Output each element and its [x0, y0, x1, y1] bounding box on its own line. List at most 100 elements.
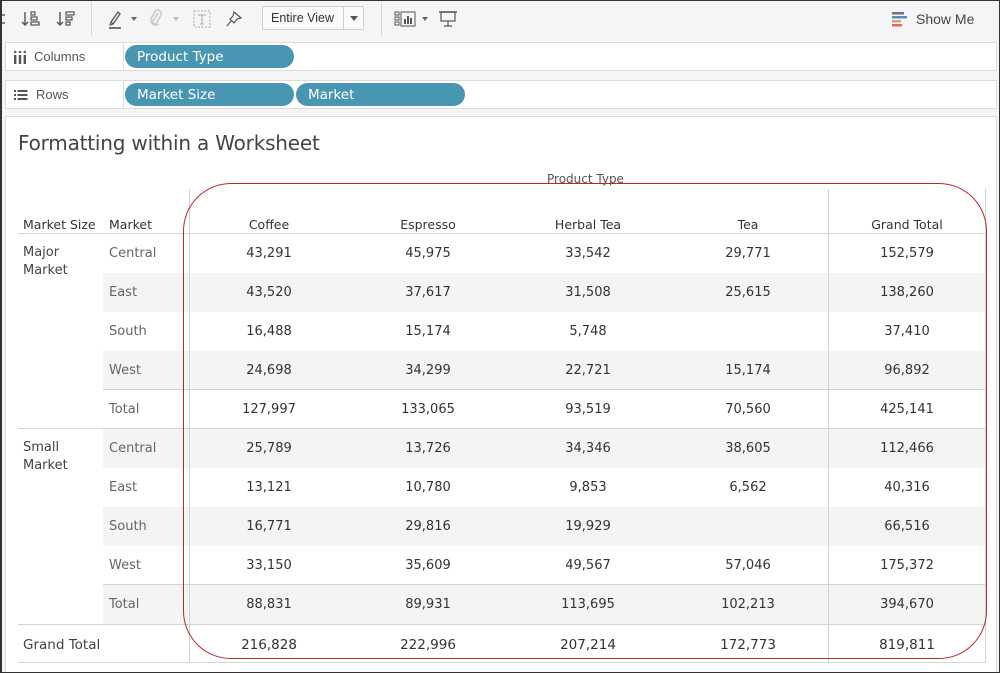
table-cell[interactable]: 66,516	[837, 507, 977, 546]
table-cell[interactable]: 29,771	[678, 234, 818, 273]
card-layout-dropdown-icon[interactable]	[421, 8, 429, 30]
table-cell[interactable]: 10,780	[358, 468, 498, 507]
market-label[interactable]: South	[109, 507, 147, 546]
table-cell[interactable]: 13,726	[358, 429, 498, 468]
column-header[interactable]: Grand Total	[837, 217, 977, 232]
table-cell[interactable]: 175,372	[837, 546, 977, 585]
market-label[interactable]: East	[109, 273, 137, 312]
table-cell[interactable]: 49,567	[518, 546, 658, 585]
highlight-dropdown-icon[interactable]	[130, 8, 138, 30]
header-market[interactable]: Market	[109, 217, 152, 232]
table-cell[interactable]: 113,695	[518, 585, 658, 624]
market-label[interactable]: Central	[109, 429, 156, 468]
bottom-line	[18, 662, 985, 663]
pin-icon[interactable]	[225, 8, 243, 30]
sort-ascending-icon[interactable]	[20, 8, 42, 30]
market-size-label[interactable]: Small Market	[23, 439, 68, 475]
table-cell[interactable]: 24,698	[199, 351, 339, 390]
grand-total-label[interactable]: Grand Total	[23, 625, 100, 664]
highlight-icon[interactable]	[107, 8, 123, 30]
market-label[interactable]: West	[109, 351, 141, 390]
column-header[interactable]: Coffee	[199, 217, 339, 232]
table-cell[interactable]: 394,670	[837, 585, 977, 624]
table-cell[interactable]: 19,929	[518, 507, 658, 546]
table-cell[interactable]: 88,831	[199, 585, 339, 624]
table-cell[interactable]: 138,260	[837, 273, 977, 312]
table-cell[interactable]: 31,508	[518, 273, 658, 312]
table-cell[interactable]: 34,346	[518, 429, 658, 468]
table-cell[interactable]: 112,466	[837, 429, 977, 468]
column-header[interactable]: Tea	[678, 217, 818, 232]
table-cell[interactable]	[678, 507, 818, 546]
table-cell[interactable]: 6,562	[678, 468, 818, 507]
market-size-label-line: Major	[23, 245, 60, 260]
attach-icon	[148, 8, 164, 30]
table-cell[interactable]: 93,519	[518, 390, 658, 429]
table-cell[interactable]: 16,771	[199, 507, 339, 546]
table-cell[interactable]: 40,316	[837, 468, 977, 507]
pill-market[interactable]: Market	[296, 83, 465, 106]
market-label[interactable]: South	[109, 312, 147, 351]
rows-shelf[interactable]: Rows Market Size Market	[5, 80, 997, 109]
table-cell[interactable]: 96,892	[837, 351, 977, 390]
market-size-label-line: Small	[23, 440, 60, 455]
table-cell[interactable]: 25,789	[199, 429, 339, 468]
table-cell[interactable]: 45,975	[358, 234, 498, 273]
pill-product-type[interactable]: Product Type	[125, 45, 294, 68]
market-size-label-line: Market	[23, 458, 68, 473]
table-cell[interactable]: 102,213	[678, 585, 818, 624]
table-cell[interactable]: 37,410	[837, 312, 977, 351]
grand-total-cell[interactable]: 819,811	[837, 625, 977, 664]
table-cell[interactable]: 152,579	[837, 234, 977, 273]
table-cell[interactable]: 25,615	[678, 273, 818, 312]
table-cell[interactable]: 5,748	[518, 312, 658, 351]
grand-total-cell[interactable]: 222,996	[358, 625, 498, 664]
table-cell[interactable]: 22,721	[518, 351, 658, 390]
fit-view-value: Entire View	[271, 11, 334, 25]
market-label[interactable]: East	[109, 468, 137, 507]
fit-view-dropdown-button[interactable]	[343, 7, 363, 29]
columns-shelf[interactable]: Columns Product Type	[5, 42, 997, 71]
pill-market-size[interactable]: Market Size	[125, 83, 294, 106]
table-cell[interactable]: 57,046	[678, 546, 818, 585]
table-cell[interactable]: 127,997	[199, 390, 339, 429]
table-cell[interactable]: 16,488	[199, 312, 339, 351]
table-cell[interactable]: 15,174	[358, 312, 498, 351]
market-size-label[interactable]: Major Market	[23, 244, 68, 280]
grand-total-cell[interactable]: 207,214	[518, 625, 658, 664]
table-cell[interactable]: 133,065	[358, 390, 498, 429]
table-cell[interactable]: 35,609	[358, 546, 498, 585]
market-label[interactable]: West	[109, 546, 141, 585]
grand-total-cell[interactable]: 216,828	[199, 625, 339, 664]
table-cell[interactable]: 43,520	[199, 273, 339, 312]
fit-view-select[interactable]: Entire View	[262, 6, 364, 30]
table-cell[interactable]: 33,542	[518, 234, 658, 273]
sort-descending-icon[interactable]	[55, 8, 77, 30]
market-label[interactable]: Central	[109, 234, 156, 273]
toolbar: Entire View Show Me	[0, 0, 1000, 38]
table-cell[interactable]: 33,150	[199, 546, 339, 585]
swap-icon[interactable]	[0, 8, 8, 30]
card-layout-icon[interactable]	[394, 8, 416, 30]
table-cell[interactable]: 9,853	[518, 468, 658, 507]
market-label[interactable]: Total	[109, 585, 139, 624]
market-label[interactable]: Total	[109, 390, 139, 429]
header-market-size[interactable]: Market Size	[23, 217, 96, 232]
table-cell[interactable]: 89,931	[358, 585, 498, 624]
major-total-divider	[103, 389, 985, 390]
table-cell[interactable]: 43,291	[199, 234, 339, 273]
table-cell[interactable]: 29,816	[358, 507, 498, 546]
table-cell[interactable]: 34,299	[358, 351, 498, 390]
column-header[interactable]: Herbal Tea	[518, 217, 658, 232]
table-cell[interactable]	[678, 312, 818, 351]
grand-total-cell[interactable]: 172,773	[678, 625, 818, 664]
table-cell[interactable]: 70,560	[678, 390, 818, 429]
table-cell[interactable]: 425,141	[837, 390, 977, 429]
show-me-button[interactable]: Show Me	[890, 8, 974, 30]
table-cell[interactable]: 37,617	[358, 273, 498, 312]
table-cell[interactable]: 13,121	[199, 468, 339, 507]
presentation-icon[interactable]	[438, 8, 458, 30]
table-cell[interactable]: 38,605	[678, 429, 818, 468]
table-cell[interactable]: 15,174	[678, 351, 818, 390]
column-header[interactable]: Espresso	[358, 217, 498, 232]
